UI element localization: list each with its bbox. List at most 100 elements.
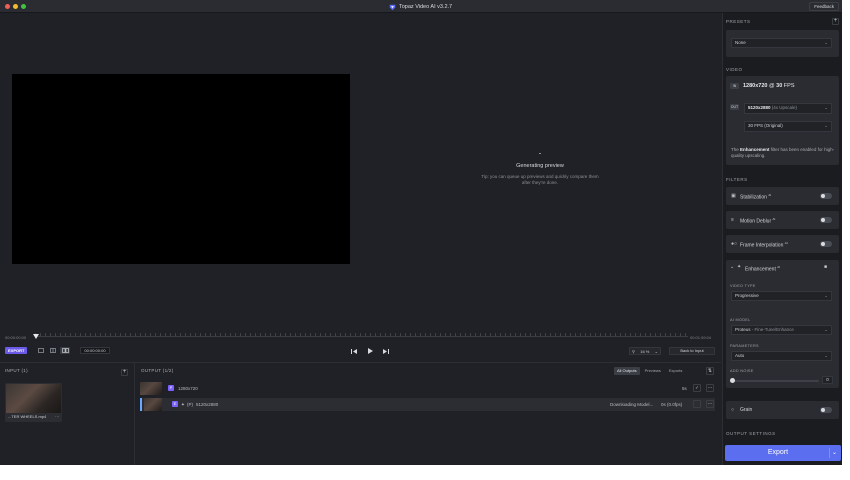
output-row[interactable]: E ✦ (P) 5120x2880 Downloading Model... 0… [140, 398, 715, 411]
output-more-button[interactable]: ⋯ [706, 384, 714, 392]
output-status: Downloading Model... [610, 402, 654, 407]
timecode-field[interactable]: 00:00:00:00 [80, 347, 110, 354]
add-noise-slider[interactable] [731, 380, 819, 382]
zoom-value: 16 % [640, 348, 650, 354]
timeline-start-time: 00:00:00:00 [5, 335, 27, 340]
preset-select[interactable]: None ⌄ [731, 38, 832, 48]
play-button[interactable] [366, 347, 374, 355]
previous-frame-button[interactable] [350, 347, 358, 355]
title-bar: Topaz Video AI v3.2.7 Feedback [0, 0, 842, 13]
output-resolution: 5120x2880 [196, 402, 219, 407]
side-by-side-view-button[interactable] [60, 347, 70, 354]
enhancement-icon: ✦ [737, 264, 742, 270]
playhead-handle[interactable] [33, 334, 39, 339]
output-duration: 5s [682, 386, 687, 391]
output-resolution: 1280x720 [178, 386, 198, 391]
single-view-button[interactable] [36, 347, 46, 354]
video-type-label: VIDEO TYPE [730, 284, 756, 288]
timeline-track[interactable] [35, 336, 688, 337]
filter-grain[interactable]: ○ Grain [726, 401, 839, 419]
output-cancel-button[interactable] [693, 400, 701, 408]
more-options-icon[interactable]: ⋯ [55, 414, 59, 419]
output-tag: OUT [730, 104, 739, 110]
grain-toggle[interactable] [820, 407, 832, 413]
tab-previews[interactable]: Previews [642, 367, 664, 375]
chevron-down-icon[interactable]: ⌄ [730, 264, 737, 270]
input-resolution: 1280x720 @ 30 FPS [743, 83, 795, 89]
ai-model-label: AI MODEL [730, 318, 751, 322]
bottom-panel: INPUT (1) + ...TER WHEELS.mp4 ⋯ OUTPUT (… [0, 362, 721, 465]
motion-deblur-toggle[interactable] [820, 217, 832, 223]
chevron-down-icon[interactable]: ⌄ [832, 445, 837, 461]
add-noise-slider-handle[interactable] [730, 378, 735, 383]
video-preview[interactable] [12, 74, 350, 264]
window-title-text: Topaz Video AI v3.2.7 [399, 4, 453, 10]
filter-frame-interpolation[interactable]: ●○ Frame Interpolation AI [726, 235, 839, 253]
chevron-down-icon: ⌄ [824, 293, 828, 298]
topaz-logo-icon [389, 4, 396, 10]
tab-all-outputs[interactable]: All Outputs [614, 367, 640, 375]
video-card: IN 1280x720 @ 30 FPS OUT 5120x2880 (4x U… [726, 76, 839, 165]
add-noise-value[interactable]: 0 [822, 376, 833, 384]
output-fps-select[interactable]: 30 FPS (Original) ⌄ [744, 121, 832, 132]
input-title: INPUT (1) [5, 368, 28, 373]
frame-interpolation-toggle[interactable] [820, 241, 832, 247]
input-resolution-value: 1280x720 [743, 83, 768, 89]
export-button[interactable]: Export ⌄ [725, 445, 841, 461]
presets-title: PRESETS [726, 19, 751, 24]
filter-label: Frame Interpolation AI [740, 241, 788, 249]
selected-row-indicator [140, 398, 142, 411]
note-prefix: The [731, 147, 741, 152]
stabilization-toggle[interactable] [820, 193, 832, 199]
export-badge: E [172, 401, 178, 407]
lock-icon[interactable]: ■ [824, 264, 831, 270]
output-done-icon[interactable]: ✓ [693, 384, 701, 392]
zoom-select[interactable]: ⚲ 16 % ⌄ [629, 347, 661, 355]
chevron-down-icon: ⌄ [654, 348, 658, 354]
filter-label: Stabilization AI [740, 193, 772, 201]
add-input-button[interactable]: + [121, 369, 128, 376]
export-range-badge[interactable]: EXPORT [5, 347, 28, 354]
parameters-select[interactable]: Auto ⌄ [731, 351, 832, 361]
preview-status: Generating preview [516, 163, 564, 169]
stabilization-icon: ▣ [731, 193, 736, 199]
presets-card: None ⌄ [726, 30, 839, 57]
split-view-button[interactable] [48, 347, 58, 354]
grain-label: Grain [740, 407, 753, 413]
filter-stabilization[interactable]: ▣ Stabilization AI [726, 187, 839, 205]
window-title: Topaz Video AI v3.2.7 [389, 3, 452, 11]
next-frame-button[interactable] [382, 347, 390, 355]
feedback-button[interactable]: Feedback [809, 2, 839, 11]
sort-button[interactable]: ⇅ [706, 367, 714, 375]
chevron-down-icon: ⌄ [824, 123, 828, 128]
output-row[interactable]: P 1280x720 5s ✓ ⋯ [140, 382, 715, 395]
input-thumbnail [6, 384, 61, 413]
input-clip-card[interactable]: ...TER WHEELS.mp4 ⋯ [5, 383, 62, 422]
back-to-input-button[interactable]: Back to Input [669, 347, 715, 355]
parameters-value: Auto [735, 353, 745, 358]
preview-badge: P [168, 385, 174, 391]
zoom-window-button[interactable] [21, 4, 26, 9]
zoom-icon: ⚲ [632, 348, 635, 354]
enhancement-card: ⌄ ✦ Enhancement AI ■ VIDEO TYPE Progress… [726, 260, 839, 388]
tab-exports[interactable]: Exports [666, 367, 686, 375]
output-mode: (P) [187, 402, 193, 407]
frame-interpolation-icon: ●○ [731, 241, 738, 247]
enhancement-icon: ✦ [181, 402, 185, 407]
filter-label: Motion Deblur AI [740, 217, 776, 225]
output-progress: 0s (0.0fps) [661, 402, 683, 407]
video-type-select[interactable]: Progressive ⌄ [731, 291, 832, 301]
output-resolution-select[interactable]: 5120x2880 (4x Upscale) ⌄ [744, 103, 832, 114]
output-thumbnail [144, 398, 162, 411]
output-resolution-value: 5120x2880 [748, 105, 771, 110]
preview-tip: Tip: you can queue up previews and quick… [481, 174, 599, 185]
timeline: 00:00:00:00 00:01:59:04 EXPORT 00:00:00:… [0, 330, 721, 360]
add-preset-button[interactable]: + [832, 18, 839, 25]
output-fps-value: 30 FPS (Original) [748, 123, 783, 128]
ai-superscript: AI [777, 265, 781, 269]
minimize-window-button[interactable] [13, 4, 18, 9]
output-more-button[interactable]: ⋯ [706, 400, 714, 408]
filter-motion-deblur[interactable]: ≡ Motion Deblur AI [726, 211, 839, 229]
ai-model-select[interactable]: Proteus - Fine-Tune/Enhance ⌄ [731, 325, 832, 335]
close-window-button[interactable] [5, 4, 10, 9]
